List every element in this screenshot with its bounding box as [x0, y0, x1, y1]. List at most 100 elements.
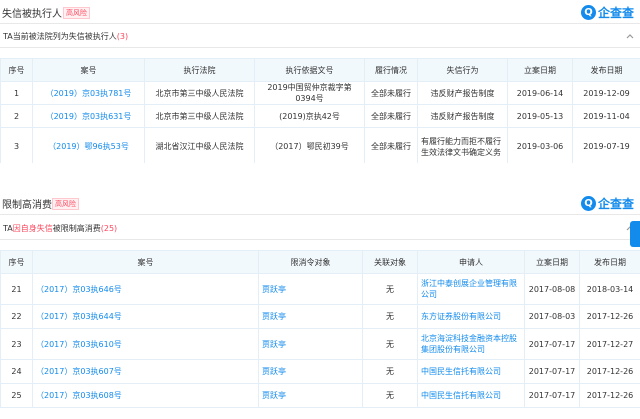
applicant-link[interactable]: 中国民生信托有限公司	[417, 383, 525, 408]
row-number: 2	[0, 104, 33, 128]
target-link[interactable]: 贾跃亭	[258, 273, 363, 305]
section-subtitle: TA因自身失信被限制高消费(25)	[3, 224, 118, 233]
restriction-table: 序号 案号 限消令对象 关联对象 申请人 立案日期 发布日期 21 （2017）…	[0, 250, 640, 408]
case-number-link[interactable]: （2019）京03执631号	[32, 104, 145, 128]
filed-date-cell: 2017-07-17	[524, 383, 580, 408]
column-header: 立案日期	[507, 58, 573, 82]
side-tab[interactable]	[630, 221, 640, 247]
section-header-restriction: 限制高消费 高风险 Q 企查查	[0, 191, 640, 215]
basis-cell: (2019)京执42号	[254, 104, 365, 128]
published-date-cell: 2019-11-04	[572, 104, 640, 128]
column-header: 执行法院	[144, 58, 255, 82]
row-number: 25	[0, 383, 33, 408]
status-cell: 全部未履行	[364, 104, 418, 128]
column-header: 案号	[32, 250, 259, 274]
related-cell: 无	[362, 304, 418, 329]
published-date-cell: 2017-12-26	[579, 359, 640, 384]
published-date-cell: 2019-07-19	[572, 127, 640, 166]
behavior-cell: 违反财产报告制度	[417, 104, 508, 128]
column-header: 立案日期	[524, 250, 580, 274]
count-badge: (3)	[116, 32, 129, 41]
column-header: 序号	[0, 250, 33, 274]
row-number: 21	[0, 273, 33, 305]
target-link[interactable]: 贾跃亭	[258, 383, 363, 408]
filed-date-cell: 2019-06-14	[507, 81, 573, 105]
logo-mark: Q	[580, 4, 596, 20]
table-row: 24 （2017）京03执607号 贾跃亭 无 中国民生信托有限公司 2017-…	[0, 359, 640, 384]
related-cell: 无	[362, 328, 418, 360]
table-header-row: 序号 案号 执行法院 执行依据文号 履行情况 失信行为 立案日期 发布日期	[0, 58, 640, 82]
table-row: 21 （2017）京03执646号 贾跃亭 无 浙江中泰创展企业管理有限公司 2…	[0, 273, 640, 305]
published-date-cell: 2019-12-09	[572, 81, 640, 105]
table-row: 23 （2017）京03执610号 贾跃亭 无 北京海淀科技金融资本控股集团股份…	[0, 328, 640, 360]
court-cell: 北京市第三中级人民法院	[144, 81, 255, 105]
filed-date-cell: 2019-05-13	[507, 104, 573, 128]
row-number: 23	[0, 328, 33, 360]
applicant-link[interactable]: 北京海淀科技金融资本控股集团股份有限公司	[417, 328, 525, 360]
column-header: 履行情况	[364, 58, 418, 82]
applicant-link[interactable]: 中国民生信托有限公司	[417, 359, 525, 384]
case-number-link[interactable]: （2017）京03执608号	[32, 383, 259, 408]
risk-badge: 高风险	[63, 7, 90, 19]
case-number-link[interactable]: （2019）京03执781号	[32, 81, 145, 105]
applicant-link[interactable]: 东方证券股份有限公司	[417, 304, 525, 329]
column-header: 关联对象	[362, 250, 418, 274]
table-row: 3 （2019）鄂96执53号 湖北省汉江中级人民法院 （2017）鄂民初39号…	[0, 127, 640, 166]
court-cell: 北京市第三中级人民法院	[144, 104, 255, 128]
table-row: 25 （2017）京03执608号 贾跃亭 无 中国民生信托有限公司 2017-…	[0, 383, 640, 408]
published-date-cell: 2018-03-14	[579, 273, 640, 305]
applicant-link[interactable]: 浙江中泰创展企业管理有限公司	[417, 273, 525, 305]
count-badge: (25)	[100, 224, 118, 233]
dishonest-table: 序号 案号 执行法院 执行依据文号 履行情况 失信行为 立案日期 发布日期 1 …	[0, 58, 640, 166]
section-subtitle-bar[interactable]: TA当前被法院列为失信被执行人(3)	[0, 24, 640, 48]
related-cell: 无	[362, 383, 418, 408]
status-cell: 全部未履行	[364, 81, 418, 105]
row-number: 22	[0, 304, 33, 329]
section-subtitle-bar[interactable]: TA因自身失信被限制高消费(25)	[0, 216, 640, 240]
logo-mark: Q	[580, 195, 596, 211]
published-date-cell: 2017-12-26	[579, 304, 640, 329]
row-number: 1	[0, 81, 33, 105]
related-cell: 无	[362, 273, 418, 305]
case-number-link[interactable]: （2017）京03执607号	[32, 359, 259, 384]
column-header: 发布日期	[579, 250, 640, 274]
behavior-cell: 有履行能力而拒不履行生效法律文书确定义务	[417, 127, 508, 166]
case-number-link[interactable]: （2019）鄂96执53号	[32, 127, 145, 166]
target-link[interactable]: 贾跃亭	[258, 304, 363, 329]
basis-cell: 2019中国贸仲京裁字第0394号	[254, 81, 365, 105]
risk-badge: 高风险	[52, 198, 79, 210]
column-header: 失信行为	[417, 58, 508, 82]
section-title: 失信被执行人	[2, 9, 62, 20]
logo-text: 企查查	[597, 196, 634, 211]
filed-date-cell: 2019-03-06	[507, 127, 573, 166]
row-number: 24	[0, 359, 33, 384]
case-number-link[interactable]: （2017）京03执644号	[32, 304, 259, 329]
qichacha-logo: Q 企查查	[580, 3, 634, 21]
table-row: 22 （2017）京03执644号 贾跃亭 无 东方证券股份有限公司 2017-…	[0, 304, 640, 329]
court-cell: 湖北省汉江中级人民法院	[144, 127, 255, 166]
column-header: 限消令对象	[258, 250, 363, 274]
chevron-up-icon[interactable]	[624, 30, 636, 42]
status-cell: 全部未履行	[364, 127, 418, 166]
column-header: 发布日期	[572, 58, 640, 82]
case-number-link[interactable]: （2017）京03执646号	[32, 273, 259, 305]
section-gap	[0, 163, 640, 191]
filed-date-cell: 2017-08-03	[524, 304, 580, 329]
target-link[interactable]: 贾跃亭	[258, 328, 363, 360]
column-header: 执行依据文号	[254, 58, 365, 82]
section-header-dishonest: 失信被执行人 高风险 Q 企查查	[0, 0, 640, 24]
qichacha-logo: Q 企查查	[580, 194, 634, 212]
logo-text: 企查查	[597, 5, 634, 20]
related-cell: 无	[362, 359, 418, 384]
section-title: 限制高消费	[2, 200, 52, 211]
filed-date-cell: 2017-07-17	[524, 328, 580, 360]
behavior-cell: 违反财产报告制度	[417, 81, 508, 105]
published-date-cell: 2017-12-27	[579, 328, 640, 360]
column-header: 序号	[0, 58, 33, 82]
target-link[interactable]: 贾跃亭	[258, 359, 363, 384]
basis-cell: （2017）鄂民初39号	[254, 127, 365, 166]
row-number: 3	[0, 127, 33, 166]
case-number-link[interactable]: （2017）京03执610号	[32, 328, 259, 360]
filed-date-cell: 2017-08-08	[524, 273, 580, 305]
table-row: 2 （2019）京03执631号 北京市第三中级人民法院 (2019)京执42号…	[0, 104, 640, 128]
